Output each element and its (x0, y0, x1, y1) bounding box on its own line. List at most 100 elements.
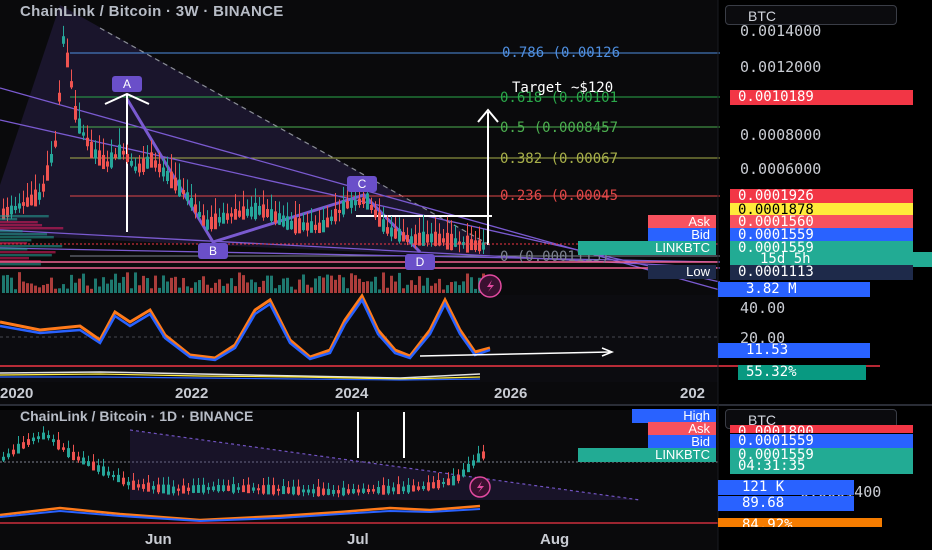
volume-bar (338, 274, 341, 293)
wave-label-d: D (405, 254, 435, 270)
volume-bar (290, 286, 293, 293)
volume-bar (282, 278, 285, 293)
volume-bar (454, 281, 457, 293)
volume-bar (142, 275, 145, 293)
volume-bar (302, 274, 305, 293)
volume-bar (326, 274, 329, 293)
volume-bar (406, 284, 409, 293)
wave-label-b: B (198, 243, 228, 259)
volume-bar (222, 285, 225, 293)
stoch-value-tag: 11.53 (718, 343, 870, 358)
volume-bar (250, 279, 253, 293)
volume-bar (34, 285, 37, 293)
fib-level-382: 0.382 (0.00067 (500, 151, 619, 167)
volume-bar (70, 274, 73, 293)
volume-profile-bar (0, 215, 49, 218)
volume-bar (158, 287, 161, 293)
volume-bar (114, 273, 117, 293)
volume-bar (350, 273, 353, 293)
volume-bar (474, 288, 477, 293)
volume-bar (434, 283, 437, 293)
volume-bar (86, 285, 89, 293)
volume-bar (286, 277, 289, 293)
fib-level-5: 0.5 (0.0008457 (500, 120, 619, 136)
target-label: Target ~$120 (512, 80, 614, 96)
volume-bar (206, 284, 209, 293)
volume-profile-bar (0, 251, 56, 254)
volume-profile-bar (0, 227, 64, 230)
volume-bar (330, 275, 333, 293)
volume-bar (218, 279, 221, 293)
volume-bar (118, 282, 121, 293)
volume-bar (18, 272, 21, 293)
lightning-icon (478, 274, 502, 298)
volume-bar (42, 285, 45, 293)
volume-bar (410, 280, 413, 293)
countdown-tag-bottom: 04:31:35 (730, 459, 913, 474)
volume-bar (198, 280, 201, 293)
volume-bar (266, 275, 269, 293)
volume-profile-bar (0, 221, 38, 224)
volume-bar (402, 288, 405, 293)
volume-bar (210, 287, 213, 293)
x-axis-label: 2022 (175, 385, 209, 402)
volume-bar (14, 289, 17, 293)
volume-bar (246, 282, 249, 293)
volume-bar (74, 282, 77, 293)
fib-level-236: 0.236 (0.00045 (500, 188, 619, 204)
x-axis-label: 2020 (0, 385, 34, 402)
bottom-chart-title: ChainLink / Bitcoin · 1D · BINANCE (20, 408, 254, 424)
volume-bar (214, 282, 217, 293)
osc-tick: 40.00 (740, 299, 786, 317)
volume-bar (314, 278, 317, 293)
volume-bar (242, 275, 245, 293)
volume-bar (62, 284, 65, 293)
volume-bar (442, 289, 445, 293)
volume-bar (306, 284, 309, 293)
high-price-tag: 0.0001800 (730, 425, 913, 433)
volume-bar (382, 272, 385, 293)
volume-bar (414, 284, 417, 293)
volume-bar (466, 273, 469, 293)
volume-bar (154, 275, 157, 293)
volume-bar (226, 283, 229, 293)
wave-label-a: A (112, 76, 142, 92)
volume-bar (366, 281, 369, 293)
volume-tag: 3.82 M (718, 282, 870, 297)
volume-bar (334, 279, 337, 293)
volume-bar (254, 282, 257, 293)
percent-tag: 55.32% (738, 365, 866, 380)
volume-bar (470, 277, 473, 293)
volume-bar (386, 287, 389, 293)
symbol-label-bottom: LINKBTC (578, 448, 716, 462)
volume-bar (38, 287, 41, 293)
volume-bar (186, 286, 189, 293)
x-axis-label: 202 (680, 385, 706, 402)
volume-bar (202, 276, 205, 293)
low-label: Low (648, 265, 716, 279)
volume-bar (26, 283, 29, 293)
volume-bar (102, 277, 105, 293)
volume-profile-bar (0, 248, 28, 251)
volume-bar (358, 278, 361, 293)
volume-bar (426, 277, 429, 293)
volume-bar (354, 275, 357, 293)
volume-bar (342, 277, 345, 293)
volume-bar (234, 286, 237, 293)
volume-bar (294, 289, 297, 293)
volume-profile-bar (0, 218, 18, 221)
volume-bar (166, 281, 169, 293)
lightning-icon (469, 476, 491, 498)
volume-bar (438, 278, 441, 293)
volume-bar (458, 285, 461, 293)
volume-bar (398, 272, 401, 293)
volume-bar (22, 281, 25, 293)
volume-bar (150, 288, 153, 293)
volume-profile-bar (0, 230, 23, 233)
volume-bar (394, 281, 397, 293)
bid-price-tag-bottom: 0.0001559 (730, 434, 913, 449)
price-tag: 0.0001926 (730, 189, 913, 204)
volume-profile-bar (0, 263, 41, 266)
x-axis-label-bottom: Aug (540, 531, 570, 548)
volume-bar (346, 288, 349, 293)
